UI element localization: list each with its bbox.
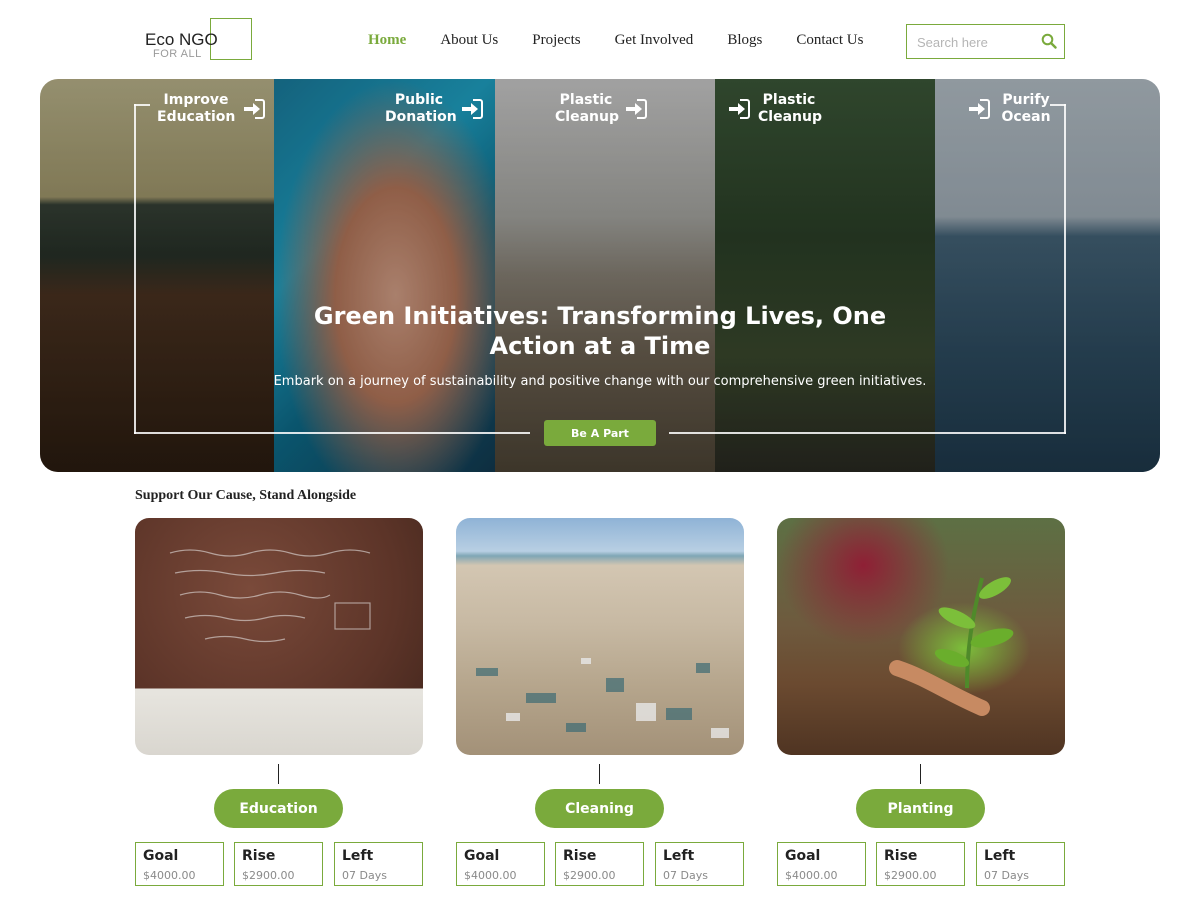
seedling-illustration bbox=[889, 577, 1014, 716]
connector-line bbox=[599, 764, 600, 784]
sign-in-icon bbox=[244, 99, 265, 119]
category-improve-education[interactable]: Improve Education bbox=[157, 92, 265, 126]
category-label: Improve Education bbox=[157, 92, 236, 125]
cause-image-planting[interactable] bbox=[777, 518, 1065, 755]
stat-label: Goal bbox=[464, 848, 500, 864]
stat-left: Left 07 Days bbox=[655, 842, 744, 886]
stat-label: Left bbox=[342, 848, 374, 864]
category-plastic-cleanup[interactable]: Plastic Cleanup bbox=[555, 92, 647, 126]
cause-card-education: Education Goal $4000.00 Rise $2900.00 Le… bbox=[135, 518, 423, 888]
cause-image-cleaning[interactable] bbox=[456, 518, 744, 755]
chalkboard-writing bbox=[169, 549, 371, 643]
be-a-part-button[interactable]: Be A Part bbox=[544, 420, 656, 446]
stat-label: Goal bbox=[785, 848, 821, 864]
sign-in-icon bbox=[969, 99, 990, 119]
search-box bbox=[906, 24, 1065, 59]
hero-frame-left bbox=[134, 104, 136, 434]
stat-left: Left 07 Days bbox=[334, 842, 423, 886]
cause-image-education[interactable] bbox=[135, 518, 423, 755]
stat-value: 07 Days bbox=[984, 869, 1029, 882]
stat-value: $2900.00 bbox=[884, 869, 937, 882]
hero-frame-right bbox=[1064, 104, 1066, 434]
connector-line bbox=[278, 764, 279, 784]
nav-get-involved[interactable]: Get Involved bbox=[615, 32, 694, 49]
cause-button-education[interactable]: Education bbox=[214, 789, 343, 828]
category-plastic-cleanup-forest[interactable]: Plastic Cleanup bbox=[728, 92, 822, 126]
hero-frame-bottom-right bbox=[669, 432, 1066, 434]
category-label: Plastic Cleanup bbox=[758, 92, 822, 125]
nav-blogs[interactable]: Blogs bbox=[727, 32, 762, 49]
main-nav: Home About Us Projects Get Involved Blog… bbox=[368, 32, 897, 49]
stat-value: $4000.00 bbox=[464, 869, 517, 882]
category-label: Public Donation bbox=[385, 92, 457, 125]
stat-rise: Rise $2900.00 bbox=[555, 842, 644, 886]
nav-home[interactable]: Home bbox=[368, 32, 406, 49]
hero-frame-bottom-left bbox=[134, 432, 530, 434]
site-header: Eco NGO FOR ALL Home About Us Projects G… bbox=[0, 0, 1200, 79]
category-public-donation[interactable]: Public Donation bbox=[385, 92, 483, 126]
stat-value: 07 Days bbox=[342, 869, 387, 882]
stat-label: Rise bbox=[563, 848, 597, 864]
nav-projects[interactable]: Projects bbox=[532, 32, 580, 49]
stat-rise: Rise $2900.00 bbox=[876, 842, 965, 886]
stat-label: Left bbox=[984, 848, 1016, 864]
hero-banner: Improve Education Public Donation Plasti… bbox=[40, 79, 1160, 472]
stat-goal: Goal $4000.00 bbox=[456, 842, 545, 886]
stat-value: $4000.00 bbox=[785, 869, 838, 882]
beach-litter bbox=[476, 658, 729, 738]
stat-label: Rise bbox=[884, 848, 918, 864]
hero-overlay bbox=[40, 79, 1160, 472]
stat-left: Left 07 Days bbox=[976, 842, 1065, 886]
cause-button-planting[interactable]: Planting bbox=[856, 789, 985, 828]
stat-value: 07 Days bbox=[663, 869, 708, 882]
search-input[interactable] bbox=[917, 33, 1035, 51]
category-purify-ocean[interactable]: Purify Ocean bbox=[968, 92, 1054, 126]
cause-card-cleaning: Cleaning Goal $4000.00 Rise $2900.00 Lef… bbox=[456, 518, 744, 888]
stat-label: Rise bbox=[242, 848, 276, 864]
hero-subtitle: Embark on a journey of sustainability an… bbox=[273, 374, 927, 389]
search-icon[interactable] bbox=[1041, 33, 1057, 49]
stat-value: $4000.00 bbox=[143, 869, 196, 882]
nav-contact-us[interactable]: Contact Us bbox=[796, 32, 863, 49]
stat-value: $2900.00 bbox=[563, 869, 616, 882]
nav-about-us[interactable]: About Us bbox=[440, 32, 498, 49]
stat-label: Goal bbox=[143, 848, 179, 864]
category-label: Purify Ocean bbox=[1001, 92, 1051, 125]
stat-goal: Goal $4000.00 bbox=[777, 842, 866, 886]
stat-value: $2900.00 bbox=[242, 869, 295, 882]
stat-label: Left bbox=[663, 848, 695, 864]
sign-in-icon bbox=[462, 99, 483, 119]
hero-title: Green Initiatives: Transforming Lives, O… bbox=[313, 302, 887, 360]
cause-card-planting: Planting Goal $4000.00 Rise $2900.00 Lef… bbox=[777, 518, 1065, 888]
logo-title: Eco NGO bbox=[145, 30, 218, 49]
stat-goal: Goal $4000.00 bbox=[135, 842, 224, 886]
logo[interactable]: Eco NGO FOR ALL bbox=[145, 18, 253, 62]
cause-button-cleaning[interactable]: Cleaning bbox=[535, 789, 664, 828]
sign-in-icon bbox=[729, 99, 750, 119]
stat-rise: Rise $2900.00 bbox=[234, 842, 323, 886]
logo-subtitle: FOR ALL bbox=[153, 48, 202, 60]
causes-heading: Support Our Cause, Stand Alongside bbox=[135, 488, 357, 503]
connector-line bbox=[920, 764, 921, 784]
hero-frame-top-left bbox=[134, 104, 150, 106]
sign-in-icon bbox=[626, 99, 647, 119]
category-label: Plastic Cleanup bbox=[555, 92, 619, 125]
